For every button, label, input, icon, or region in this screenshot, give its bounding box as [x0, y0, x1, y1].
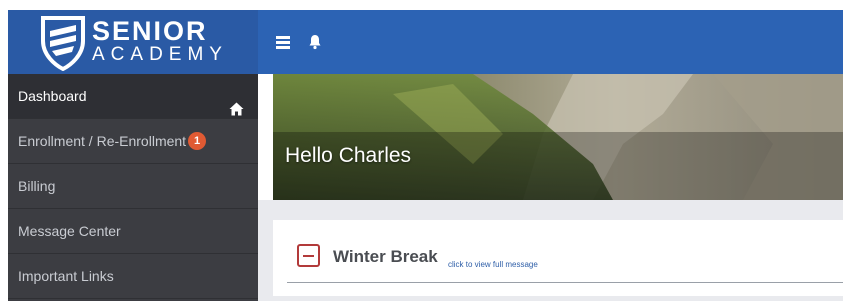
divider: [287, 282, 843, 283]
home-icon: [229, 89, 244, 116]
brand-name: SENIOR: [92, 16, 208, 46]
sidebar: Dashboard Enrollment / Re-Enrollment 1 Bi…: [8, 74, 258, 301]
greeting-title: Hello Charles: [285, 144, 412, 167]
sidebar-item-dashboard[interactable]: Dashboard: [8, 74, 258, 119]
hamburger-icon[interactable]: [276, 36, 290, 49]
sidebar-item-billing[interactable]: Billing: [8, 164, 258, 209]
bell-icon[interactable]: [308, 34, 322, 50]
sidebar-item-label: Important Links: [18, 268, 114, 284]
sidebar-item-enrollment[interactable]: Enrollment / Re-Enrollment 1: [8, 119, 258, 164]
sidebar-item-important-links[interactable]: Important Links: [8, 254, 258, 299]
landscape-image: [273, 74, 843, 200]
hero-banner: Hello Charles: [273, 74, 843, 200]
page: SENIOR ACADEMY Dashboard Enrollment / Re…: [0, 0, 843, 301]
sidebar-item-label: Dashboard: [18, 88, 87, 104]
sidebar-item-message-center[interactable]: Message Center: [8, 209, 258, 254]
minus-icon: [303, 255, 314, 257]
view-message-link[interactable]: click to view full message: [448, 260, 538, 269]
notification-badge: 1: [188, 132, 207, 151]
message-title[interactable]: Winter Break: [333, 247, 438, 267]
sidebar-item-label: Message Center: [18, 223, 121, 239]
logo[interactable]: SENIOR ACADEMY: [40, 15, 250, 72]
message-panel: Winter Break click to view full message: [273, 220, 843, 296]
shield-logo-icon: [41, 16, 85, 72]
sidebar-item-label: Billing: [18, 178, 56, 194]
brand-subname: ACADEMY: [92, 44, 228, 65]
sidebar-item-label: Enrollment / Re-Enrollment: [18, 133, 187, 149]
collapse-button[interactable]: [297, 244, 320, 267]
